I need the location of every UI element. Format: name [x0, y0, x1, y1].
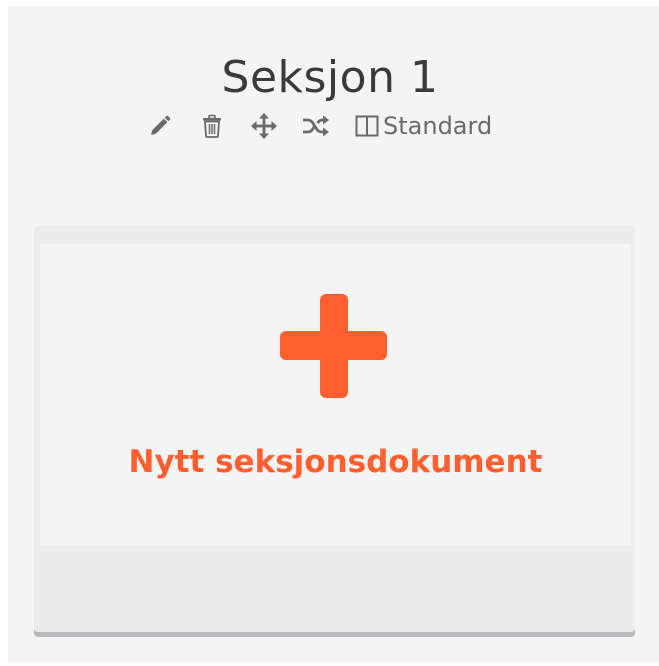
trash-icon: [203, 114, 221, 138]
move-button[interactable]: [249, 111, 279, 141]
new-section-document-label: Nytt seksjonsdokument: [128, 444, 543, 480]
new-section-document-button[interactable]: Nytt seksjonsdokument: [40, 244, 631, 546]
layout-selector[interactable]: Standard: [355, 111, 492, 141]
section-title: Seksjon 1: [221, 52, 439, 103]
pencil-icon: [151, 115, 171, 135]
section-toolbar: Standard: [145, 110, 492, 142]
shuffle-button[interactable]: [301, 111, 331, 141]
delete-button[interactable]: [197, 111, 227, 141]
plus-icon: [280, 294, 387, 398]
move-icon: [251, 113, 277, 139]
columns-icon: [355, 115, 379, 137]
shuffle-icon: [303, 115, 329, 137]
plus-icon-horizontal: [280, 331, 387, 360]
edit-button[interactable]: [145, 111, 175, 141]
layout-label: Standard: [383, 112, 493, 140]
